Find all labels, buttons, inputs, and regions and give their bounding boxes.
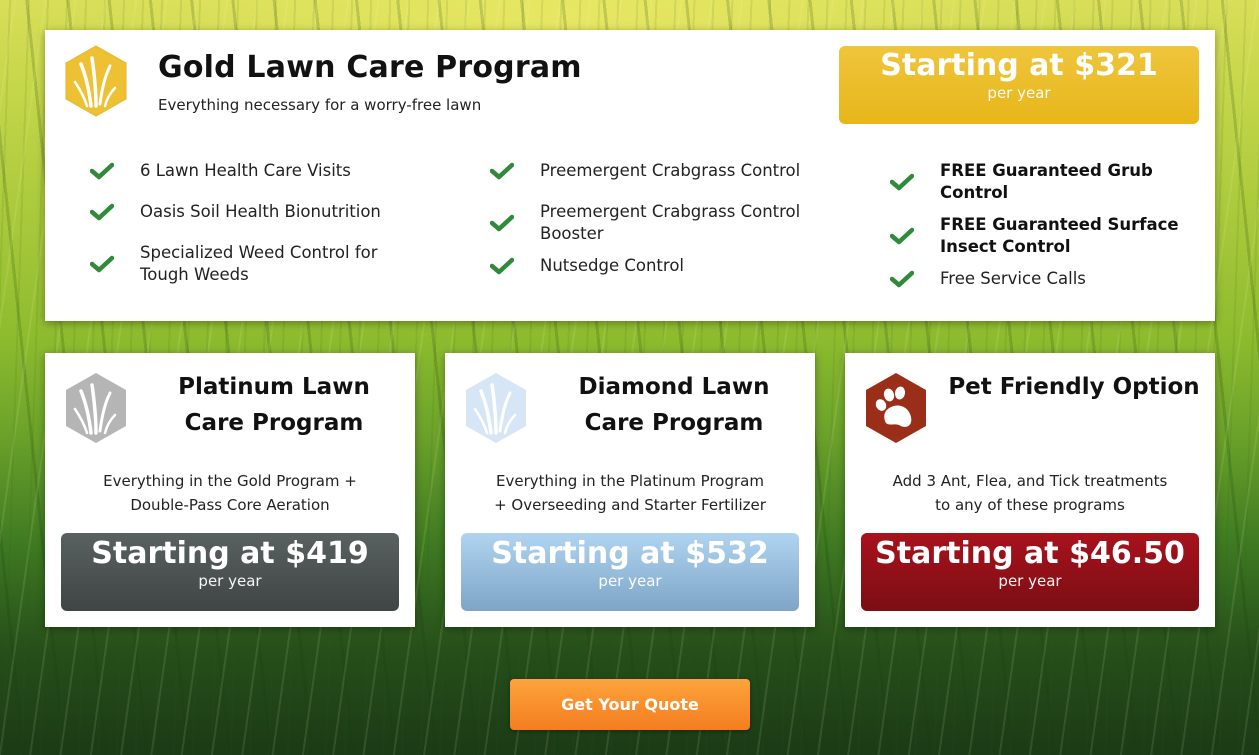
platinum-desc-line2: Double-Pass Core Aeration bbox=[130, 496, 330, 514]
platinum-description: Everything in the Gold Program + Double-… bbox=[55, 469, 405, 517]
pet-description: Add 3 Ant, Flea, and Tick treatments to … bbox=[855, 469, 1205, 517]
diamond-desc-line1: Everything in the Platinum Program bbox=[496, 472, 764, 490]
paw-print-hexagon-icon bbox=[863, 371, 929, 445]
platinum-price-box[interactable]: Starting at $419 per year bbox=[61, 533, 399, 611]
checkmark-icon bbox=[90, 203, 114, 221]
feature-item: FREE Guaranteed Surface Insect Control bbox=[890, 214, 1180, 258]
diamond-title: Diamond Lawn Care Program bbox=[578, 374, 770, 436]
diamond-program-card: Diamond Lawn Care Program Everything in … bbox=[445, 353, 815, 627]
feature-text: Oasis Soil Health Bionutrition bbox=[140, 202, 381, 221]
feature-text: Preemergent Crabgrass Control Booster bbox=[540, 202, 801, 243]
feature-item: Preemergent Crabgrass Control bbox=[490, 160, 820, 182]
gold-subtitle: Everything necessary for a worry-free la… bbox=[158, 96, 482, 114]
gold-price-box[interactable]: Starting at $321 per year bbox=[839, 46, 1199, 124]
checkmark-icon bbox=[890, 270, 914, 288]
checkmark-icon bbox=[490, 257, 514, 275]
feature-item: Free Service Calls bbox=[890, 268, 1180, 290]
diamond-price-period: per year bbox=[598, 572, 662, 590]
feature-item: Specialized Weed Control for Tough Weeds bbox=[90, 242, 390, 286]
pet-desc-line1: Add 3 Ant, Flea, and Tick treatments bbox=[892, 472, 1168, 490]
platinum-program-card: Platinum Lawn Care Program Everything in… bbox=[45, 353, 415, 627]
diamond-desc-line2: + Overseeding and Starter Fertilizer bbox=[494, 496, 766, 514]
checkmark-icon bbox=[490, 162, 514, 180]
pet-desc-line2: to any of these programs bbox=[935, 496, 1125, 514]
feature-text: Nutsedge Control bbox=[540, 256, 685, 275]
checkmark-icon bbox=[890, 173, 914, 191]
feature-column-1: 6 Lawn Health Care Visits Oasis Soil Hea… bbox=[90, 160, 420, 296]
feature-text: 6 Lawn Health Care Visits bbox=[140, 161, 351, 180]
gold-price-period: per year bbox=[987, 84, 1051, 102]
diamond-price: Starting at $532 bbox=[491, 536, 769, 571]
feature-column-3: FREE Guaranteed Grub Control FREE Guaran… bbox=[890, 160, 1180, 300]
feature-item: Preemergent Crabgrass Control Booster bbox=[490, 201, 810, 245]
pet-price-period: per year bbox=[998, 572, 1062, 590]
feature-column-2: Preemergent Crabgrass Control Preemergen… bbox=[490, 160, 820, 287]
feature-text: Free Service Calls bbox=[940, 269, 1086, 288]
feature-item: FREE Guaranteed Grub Control bbox=[890, 160, 1160, 204]
feature-item: Nutsedge Control bbox=[490, 255, 820, 277]
grass-hexagon-icon bbox=[63, 44, 129, 118]
grass-hexagon-icon bbox=[463, 371, 529, 445]
feature-text: FREE Guaranteed Surface Insect Control bbox=[940, 215, 1179, 256]
pet-friendly-card: Pet Friendly Option Add 3 Ant, Flea, and… bbox=[845, 353, 1215, 627]
feature-text: FREE Guaranteed Grub Control bbox=[940, 161, 1153, 202]
get-quote-button[interactable]: Get Your Quote bbox=[510, 679, 750, 730]
platinum-desc-line1: Everything in the Gold Program + bbox=[103, 472, 357, 490]
feature-text: Specialized Weed Control for Tough Weeds bbox=[140, 243, 378, 284]
gold-program-card: Gold Lawn Care Program Everything necess… bbox=[45, 30, 1215, 321]
platinum-price: Starting at $419 bbox=[91, 536, 369, 571]
gold-price: Starting at $321 bbox=[880, 48, 1158, 83]
gold-title: Gold Lawn Care Program bbox=[158, 50, 582, 85]
checkmark-icon bbox=[90, 255, 114, 273]
diamond-description: Everything in the Platinum Program + Ove… bbox=[455, 469, 805, 517]
feature-item: 6 Lawn Health Care Visits bbox=[90, 160, 420, 182]
diamond-price-box[interactable]: Starting at $532 per year bbox=[461, 533, 799, 611]
checkmark-icon bbox=[890, 227, 914, 245]
feature-item: Oasis Soil Health Bionutrition bbox=[90, 201, 420, 223]
pet-price: Starting at $46.50 bbox=[875, 536, 1185, 571]
platinum-price-period: per year bbox=[198, 572, 262, 590]
feature-text: Preemergent Crabgrass Control bbox=[540, 161, 801, 180]
grass-hexagon-icon bbox=[63, 371, 129, 445]
checkmark-icon bbox=[490, 214, 514, 232]
pet-title: Pet Friendly Option bbox=[948, 374, 1200, 400]
checkmark-icon bbox=[90, 162, 114, 180]
pet-price-box[interactable]: Starting at $46.50 per year bbox=[861, 533, 1199, 611]
platinum-title: Platinum Lawn Care Program bbox=[178, 374, 370, 436]
